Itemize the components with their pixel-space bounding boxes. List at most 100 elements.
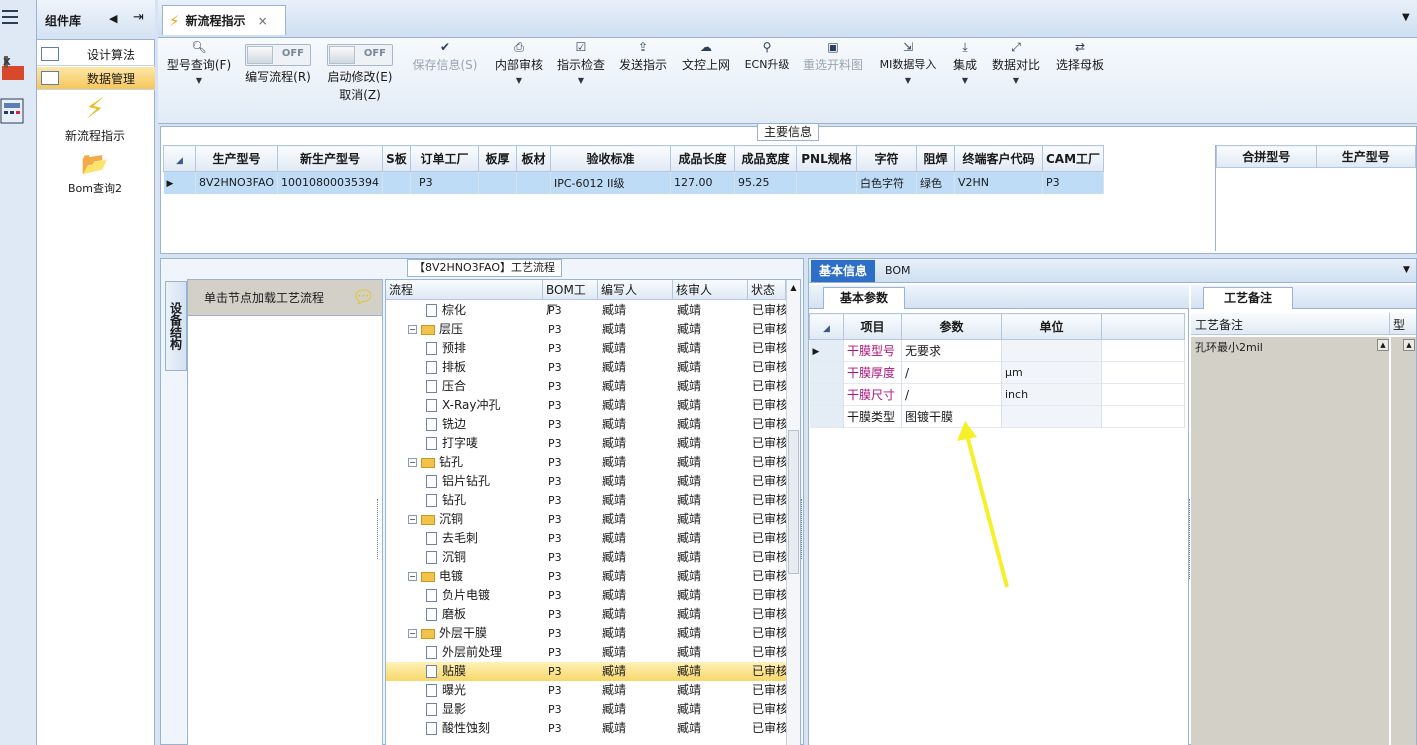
param-value[interactable]: / bbox=[901, 361, 1002, 384]
merge-model-grid[interactable]: 合拼型号 生产型号 bbox=[1215, 145, 1416, 251]
enable-edit-switch[interactable]: OFF bbox=[327, 44, 393, 66]
column-header[interactable]: PNL规格 bbox=[795, 145, 857, 172]
tree-node[interactable]: 铝片钻孔 bbox=[426, 472, 490, 491]
mi-import-button[interactable]: ⇲ MI数据导入 ▼ bbox=[874, 38, 942, 88]
column-header[interactable]: 成品长度 bbox=[669, 145, 735, 172]
write-flow-switch[interactable]: OFF bbox=[245, 44, 311, 66]
process-tree-grid[interactable]: 流程 BOM工厂 编写人 核审人 状态 棕化 P3 臧靖 臧靖 已审核 − 层压 P3 臧靖 臧靖… bbox=[385, 279, 801, 745]
tree-row[interactable]: 磨板 P3 臧靖 臧靖 已审核 bbox=[386, 605, 788, 624]
tree-row[interactable]: 预排 P3 臧靖 臧靖 已审核 bbox=[386, 339, 788, 358]
table-cell[interactable] bbox=[796, 171, 857, 194]
tree-node[interactable]: 贴膜 bbox=[426, 662, 466, 681]
model-query-button[interactable]: 🔍︎ 型号查询(F) ▼ bbox=[164, 38, 234, 88]
tree-row[interactable]: 排板 P3 臧靖 臧靖 已审核 bbox=[386, 358, 788, 377]
node-hint-bar[interactable]: 单击节点加载工艺流程 💬︎ bbox=[188, 280, 382, 316]
column-header[interactable]: 生产型号 bbox=[195, 145, 278, 172]
column-header[interactable]: 字符 bbox=[855, 145, 917, 172]
select-master-button[interactable]: ⇄ 选择母板 bbox=[1052, 38, 1108, 74]
column-header[interactable]: 合拼型号 bbox=[1216, 145, 1317, 168]
tree-row[interactable]: − 层压 P3 臧靖 臧靖 已审核 bbox=[386, 320, 788, 339]
chevron-down-icon[interactable]: ▼ bbox=[948, 74, 982, 88]
tab-basic-info[interactable]: 基本信息 bbox=[811, 260, 875, 282]
replace-cut-map-button[interactable]: ▣ 重选开料图 bbox=[800, 38, 866, 74]
table-cell[interactable] bbox=[516, 171, 551, 194]
tree-row[interactable]: − 钻孔 P3 臧靖 臧靖 已审核 bbox=[386, 453, 788, 472]
table-cell[interactable] bbox=[478, 171, 517, 194]
tree-node[interactable]: 曝光 bbox=[426, 681, 466, 700]
sidebar-item-data-management[interactable]: 数据管理 bbox=[37, 67, 155, 90]
tree-node[interactable]: 沉铜 bbox=[426, 548, 466, 567]
column-header[interactable]: 板厚 bbox=[477, 145, 517, 172]
column-header[interactable]: 验收标准 bbox=[549, 145, 671, 172]
tree-row[interactable]: 沉铜 P3 臧靖 臧靖 已审核 bbox=[386, 548, 788, 567]
integrate-button[interactable]: ⤓ 集成 ▼ bbox=[948, 38, 982, 88]
instruction-check-button[interactable]: ☑ 指示检查 ▼ bbox=[554, 38, 608, 88]
table-cell[interactable]: P3 bbox=[1042, 171, 1105, 194]
column-header[interactable]: 终端客户代码 bbox=[953, 145, 1043, 172]
tree-row[interactable]: 压合 P3 臧靖 臧靖 已审核 bbox=[386, 377, 788, 396]
column-header[interactable]: CAM工厂 bbox=[1041, 145, 1105, 172]
table-cell[interactable]: 8V2HNO3FAO bbox=[195, 171, 278, 194]
send-instruction-button[interactable]: ⇪ 发送指示 bbox=[616, 38, 670, 74]
data-compare-button[interactable]: ⤢ 数据对比 ▼ bbox=[988, 38, 1044, 88]
table-cell[interactable]: P3 bbox=[410, 171, 479, 194]
table-cell[interactable]: 绿色 bbox=[916, 171, 955, 194]
column-header[interactable]: 成品宽度 bbox=[733, 145, 797, 172]
tree-node[interactable]: 去毛刺 bbox=[426, 529, 478, 548]
column-header[interactable]: 核审人 bbox=[673, 280, 748, 300]
table-cell[interactable]: 127.00 bbox=[670, 171, 735, 194]
tree-row[interactable]: X-Ray冲孔 P3 臧靖 臧靖 已审核 bbox=[386, 396, 788, 415]
tree-node[interactable]: 磨板 bbox=[426, 605, 466, 624]
chevron-down-icon[interactable]: ▼ bbox=[874, 74, 942, 88]
table-row[interactable]: 干膜厚度 / μm bbox=[809, 361, 1185, 384]
calculator-icon[interactable] bbox=[0, 96, 26, 126]
splitter-handle[interactable] bbox=[801, 499, 805, 559]
tree-row[interactable]: 钻孔 P3 臧靖 臧靖 已审核 bbox=[386, 491, 788, 510]
column-header[interactable]: 阻焊 bbox=[915, 145, 955, 172]
tree-node[interactable]: 压合 bbox=[426, 377, 466, 396]
tree-row[interactable]: − 电镀 P3 臧靖 臧靖 已审核 bbox=[386, 567, 788, 586]
shortcut-bom-query[interactable]: 📂 Bom查询2 bbox=[57, 152, 133, 196]
collapse-left-icon[interactable]: ◀ bbox=[109, 12, 117, 25]
column-header[interactable]: 型 bbox=[1393, 316, 1405, 333]
enable-edit-toggle[interactable]: OFF 启动修改(E) 取消(Z) bbox=[324, 38, 396, 104]
tree-node[interactable]: 铣边 bbox=[426, 415, 466, 434]
tree-node[interactable]: − 沉铜 bbox=[408, 510, 463, 529]
tree-row[interactable]: 铝片钻孔 P3 臧靖 臧靖 已审核 bbox=[386, 472, 788, 491]
column-header[interactable]: 新生产型号 bbox=[277, 145, 383, 172]
param-value[interactable]: 无要求 bbox=[901, 339, 1002, 362]
scroll-up-icon[interactable]: ▲ bbox=[1377, 339, 1389, 351]
column-header[interactable]: 流程 bbox=[386, 280, 543, 300]
cancel-button[interactable]: 取消(Z) bbox=[324, 86, 396, 104]
tree-row[interactable]: 铣边 P3 臧靖 臧靖 已审核 bbox=[386, 415, 788, 434]
main-info-grid[interactable]: ◢ 生产型号 新生产型号 S板 订单工厂 板厚 板材 验收标准 成品长度 成品宽… bbox=[163, 145, 1213, 251]
pin-icon[interactable]: ⇥ bbox=[133, 10, 144, 25]
vertical-tab-equipment[interactable]: 设备结构 bbox=[165, 281, 187, 371]
column-header[interactable]: 参数 bbox=[901, 313, 1002, 340]
tab-basic-params[interactable]: 基本参数 bbox=[823, 287, 905, 309]
tree-node[interactable]: 钻孔 bbox=[426, 491, 466, 510]
table-row[interactable]: 干膜尺寸 / inch bbox=[809, 383, 1185, 406]
column-header[interactable]: 工艺备注 bbox=[1195, 316, 1243, 333]
tab-list-dropdown-icon[interactable]: ▼ bbox=[1402, 12, 1410, 23]
close-tab-icon[interactable]: × bbox=[258, 14, 268, 28]
tree-node[interactable]: 排板 bbox=[426, 358, 466, 377]
column-header[interactable]: 状态 bbox=[748, 280, 786, 300]
tree-node[interactable]: 外层前处理 bbox=[426, 643, 502, 662]
remark-type-column[interactable]: ▲ bbox=[1391, 337, 1416, 745]
tab-bom[interactable]: BOM bbox=[885, 260, 911, 282]
upload-button[interactable]: ☁ 文控上网 bbox=[678, 38, 734, 74]
collapse-icon[interactable]: − bbox=[408, 458, 417, 467]
tree-row[interactable]: 曝光 P3 臧靖 臧靖 已审核 bbox=[386, 681, 788, 700]
collapse-icon[interactable]: − bbox=[408, 515, 417, 524]
column-header[interactable]: 订单工厂 bbox=[409, 145, 479, 172]
collapse-icon[interactable]: − bbox=[408, 629, 417, 638]
tree-node[interactable]: 棕化 bbox=[426, 301, 466, 320]
shortcut-new-flow[interactable]: ⚡ 新流程指示 bbox=[57, 94, 133, 144]
tree-row[interactable]: 显影 P3 臧靖 臧靖 已审核 bbox=[386, 700, 788, 719]
save-info-button[interactable]: ✔ 保存信息(S) bbox=[408, 38, 482, 74]
tree-row[interactable]: − 外层干膜 P3 臧靖 臧靖 已审核 bbox=[386, 624, 788, 643]
chevron-down-icon[interactable]: ▼ bbox=[164, 74, 234, 88]
tree-node[interactable]: − 电镀 bbox=[408, 567, 463, 586]
table-row[interactable]: ▶ 干膜型号 无要求 bbox=[809, 339, 1185, 362]
